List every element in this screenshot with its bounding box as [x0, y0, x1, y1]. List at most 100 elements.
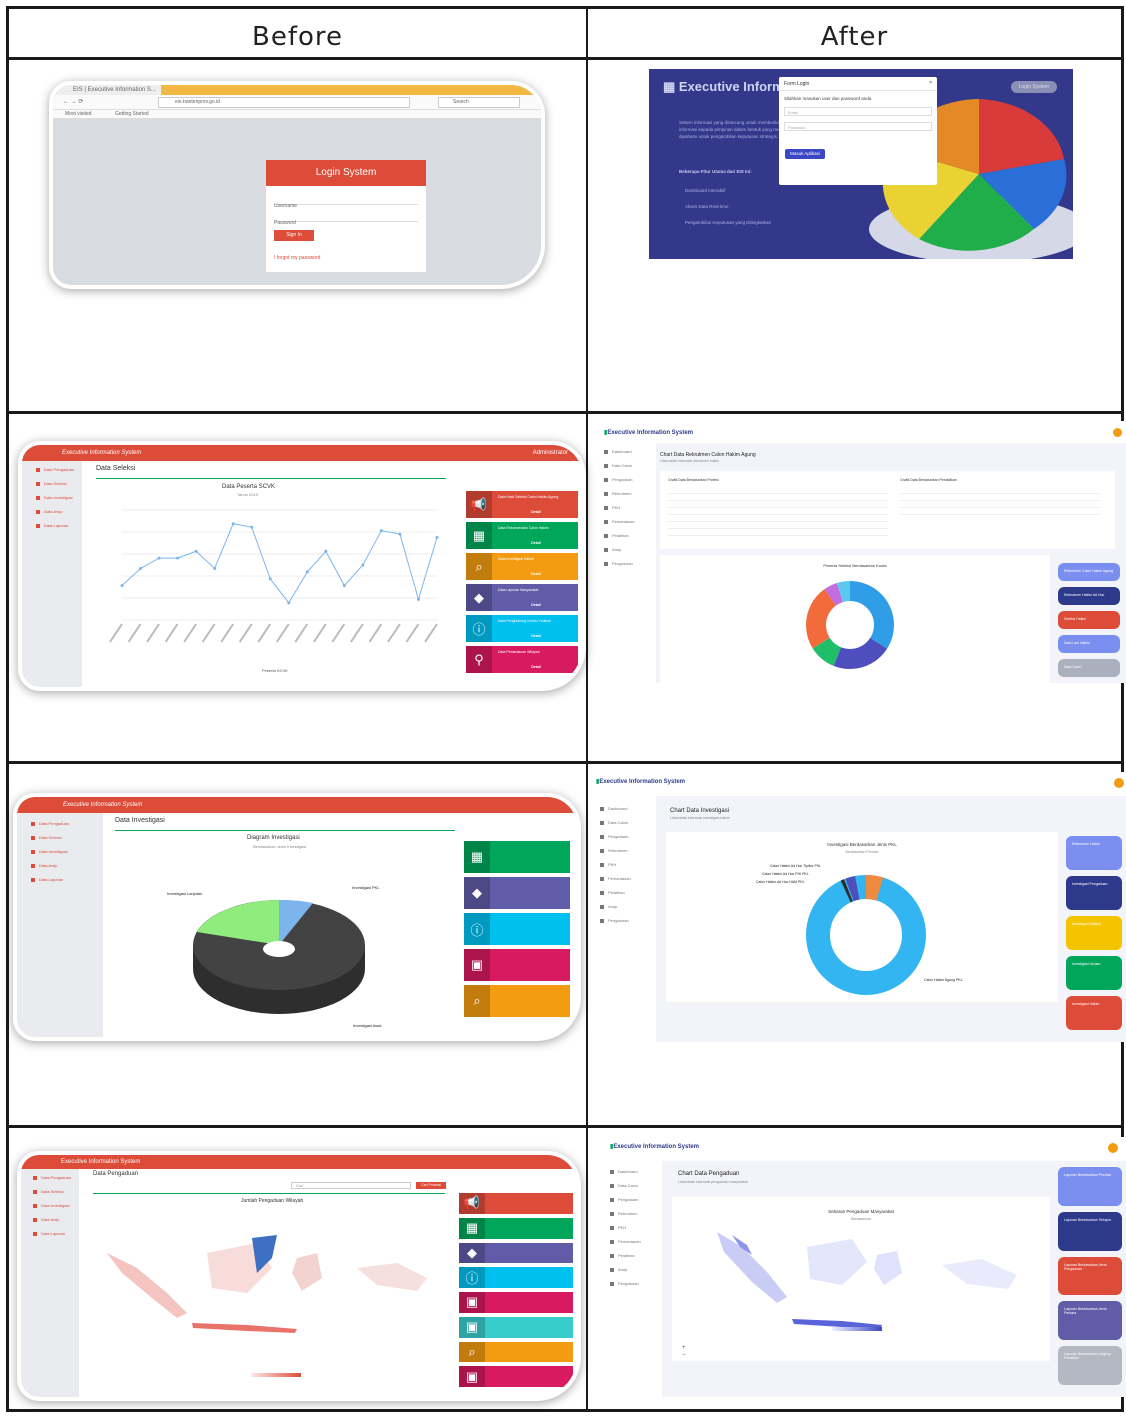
sidebar-item[interactable]: Data Investigasi: [36, 495, 82, 500]
sidebar-item[interactable]: Pelatihan: [604, 533, 635, 538]
widget-more-link[interactable]: Detail: [498, 603, 574, 607]
avatar[interactable]: [1108, 1143, 1118, 1153]
sidebar-item[interactable]: Data Seleksi: [31, 835, 103, 840]
widget-card[interactable]: 📢 Data Hasil Seleksi Calon Hakim Agung Det…: [466, 491, 578, 518]
email-field[interactable]: Email: [784, 107, 932, 116]
sidebar-item[interactable]: PKH: [604, 505, 635, 510]
widget-card[interactable]: ⓘ: [464, 913, 570, 945]
sidebar-item[interactable]: Data Calon: [610, 1183, 641, 1188]
sidebar-item[interactable]: Pemantauan: [610, 1239, 641, 1244]
sidebar-item[interactable]: Data Arsip: [31, 863, 103, 868]
sidebar-item[interactable]: Dashboard: [600, 806, 631, 811]
widget-more-link[interactable]: Detail: [498, 510, 574, 514]
sidebar-item[interactable]: PKH: [600, 862, 631, 867]
widget-card[interactable]: ⓘ: [459, 1267, 573, 1288]
report-button[interactable]: Data Lain Hakim: [1058, 635, 1120, 653]
widget-card[interactable]: ▦ Data Rekomendasi Calon Hakim Detail: [466, 522, 578, 549]
report-button[interactable]: Laporan Berdasarkan Jenis Pengaduan: [1058, 1256, 1122, 1296]
sidebar-item[interactable]: Pemantauan: [600, 876, 631, 881]
sidebar-item[interactable]: Data Calon: [604, 463, 635, 468]
widget-card[interactable]: ⌕: [464, 985, 570, 1017]
browser-tab[interactable]: EIS | Executive Information S...: [73, 87, 156, 93]
widget-more-link[interactable]: Detail: [498, 665, 574, 669]
widget-card[interactable]: ⌕ Data Investigasi Hakim Detail: [466, 553, 578, 580]
modal-password-field[interactable]: Password: [784, 122, 932, 131]
widget-card[interactable]: ▣: [459, 1366, 573, 1387]
close-icon[interactable]: ×: [929, 80, 932, 86]
sidebar-item[interactable]: Rekrutmen: [600, 848, 631, 853]
report-button[interactable]: Investigasi Pengaduan: [1066, 876, 1122, 910]
widget-more-link[interactable]: Detail: [498, 572, 574, 576]
bookmark-getting-started[interactable]: Getting Started: [115, 111, 149, 117]
sidebar-item[interactable]: Rekrutmen: [604, 491, 635, 496]
widget-card[interactable]: ▦: [459, 1217, 573, 1239]
report-button[interactable]: Seleksi Hakim: [1058, 611, 1120, 629]
report-button[interactable]: Data Calon: [1058, 659, 1120, 677]
sidebar-item[interactable]: Pengaturan: [604, 561, 635, 566]
report-button[interactable]: Rekrutmen Hakim: [1066, 836, 1122, 870]
sidebar-item[interactable]: Data Arsip: [36, 509, 82, 514]
forgot-password-link[interactable]: I forgot my password: [274, 255, 426, 261]
widget-card[interactable]: ⌕: [459, 1341, 573, 1363]
report-button[interactable]: Laporan Berdasarkan Provinsi: [1058, 1167, 1122, 1206]
browser-search[interactable]: Search: [438, 97, 520, 108]
map-search-button[interactable]: Cari Provinsi: [416, 1182, 446, 1189]
widget-card[interactable]: ⓘ Data Penghubung Komisi Yudisial Detail: [466, 615, 578, 642]
report-button[interactable]: Rekrutmen Calon Hakim Agung: [1058, 563, 1120, 581]
sidebar-item[interactable]: Rekrutmen: [610, 1211, 641, 1216]
sidebar-item[interactable]: Pengaturan: [610, 1281, 641, 1286]
sidebar-item[interactable]: Data Laporan: [36, 523, 82, 528]
report-button[interactable]: Laporan Berdasarkan Jenis Perkara: [1058, 1301, 1122, 1341]
sidebar-item[interactable]: PKH: [610, 1225, 641, 1230]
sidebar-item[interactable]: Pengaduan: [604, 477, 635, 482]
sidebar-item[interactable]: Arsip: [610, 1267, 641, 1272]
sidebar-item[interactable]: Pelatihan: [610, 1253, 641, 1258]
sidebar-item[interactable]: Data Pengaduan: [31, 821, 103, 826]
avatar[interactable]: [1114, 778, 1124, 788]
sidebar-item[interactable]: Data Pengaduan: [36, 467, 82, 472]
widget-card[interactable]: 📢: [459, 1193, 573, 1214]
sidebar-item[interactable]: Arsip: [600, 904, 631, 909]
widget-card[interactable]: ▣: [459, 1292, 573, 1313]
bookmark-most-visited[interactable]: Most visited: [65, 111, 91, 117]
username-field[interactable]: Username: [274, 194, 418, 209]
widget-card[interactable]: ◆: [464, 877, 570, 909]
zoom-in-button[interactable]: +: [682, 1345, 686, 1351]
zoom-out-button[interactable]: −: [682, 1352, 686, 1358]
avatar[interactable]: [1113, 428, 1122, 437]
sidebar-item[interactable]: Pelatihan: [600, 890, 631, 895]
map-search-input[interactable]: Cari: [291, 1182, 411, 1189]
widget-card[interactable]: ◆: [459, 1242, 573, 1264]
widget-card[interactable]: ▣: [464, 949, 570, 981]
sidebar-item[interactable]: Data Investigasi: [33, 1203, 79, 1208]
widget-more-link[interactable]: Detail: [498, 541, 574, 545]
signin-button[interactable]: Sign In: [274, 230, 314, 241]
sidebar-item[interactable]: Data Seleksi: [33, 1189, 79, 1194]
password-field[interactable]: Password: [274, 211, 418, 226]
report-button[interactable]: Investigasi Seleksi: [1066, 916, 1122, 950]
sidebar-item[interactable]: Data Calon: [600, 820, 631, 825]
report-button[interactable]: Investigasi Hakim: [1066, 996, 1122, 1030]
sidebar-item[interactable]: Dashboard: [610, 1169, 641, 1174]
widget-card[interactable]: ▦: [464, 841, 570, 873]
sidebar-item[interactable]: Data Seleksi: [36, 481, 82, 486]
sidebar-item[interactable]: Data Laporan: [33, 1231, 79, 1236]
widget-card[interactable]: ◆ Data Laporan Masyarakat Detail: [466, 584, 578, 611]
nav-arrows-icon[interactable]: ← → ⟳: [63, 98, 83, 105]
report-button[interactable]: Laporan Berdasarkan Terlapor: [1058, 1211, 1122, 1251]
submit-button[interactable]: Masuk Aplikasi: [785, 149, 825, 159]
sidebar-item[interactable]: Arsip: [604, 547, 635, 552]
sidebar-item[interactable]: Data Arsip: [33, 1217, 79, 1222]
report-button[interactable]: Rekrutmen Hakim Ad Hoc: [1058, 587, 1120, 605]
address-bar[interactable]: eis-bantenprov.go.id: [158, 97, 410, 108]
report-button[interactable]: Investigasi Usulan: [1066, 956, 1122, 990]
sidebar-item[interactable]: Pengaturan: [600, 918, 631, 923]
widget-card[interactable]: ⚲ Data Pemantauan Wilayah Detail: [466, 646, 578, 673]
sidebar-item[interactable]: Data Laporan: [31, 877, 103, 882]
sidebar-item[interactable]: Data Investigasi: [31, 849, 103, 854]
sidebar-item[interactable]: Dashboard: [604, 449, 635, 454]
sidebar-item[interactable]: Pengaduan: [610, 1197, 641, 1202]
widget-card[interactable]: ▣: [459, 1316, 573, 1338]
sidebar-item[interactable]: Pengaduan: [600, 834, 631, 839]
sidebar-item[interactable]: Pemantauan: [604, 519, 635, 524]
